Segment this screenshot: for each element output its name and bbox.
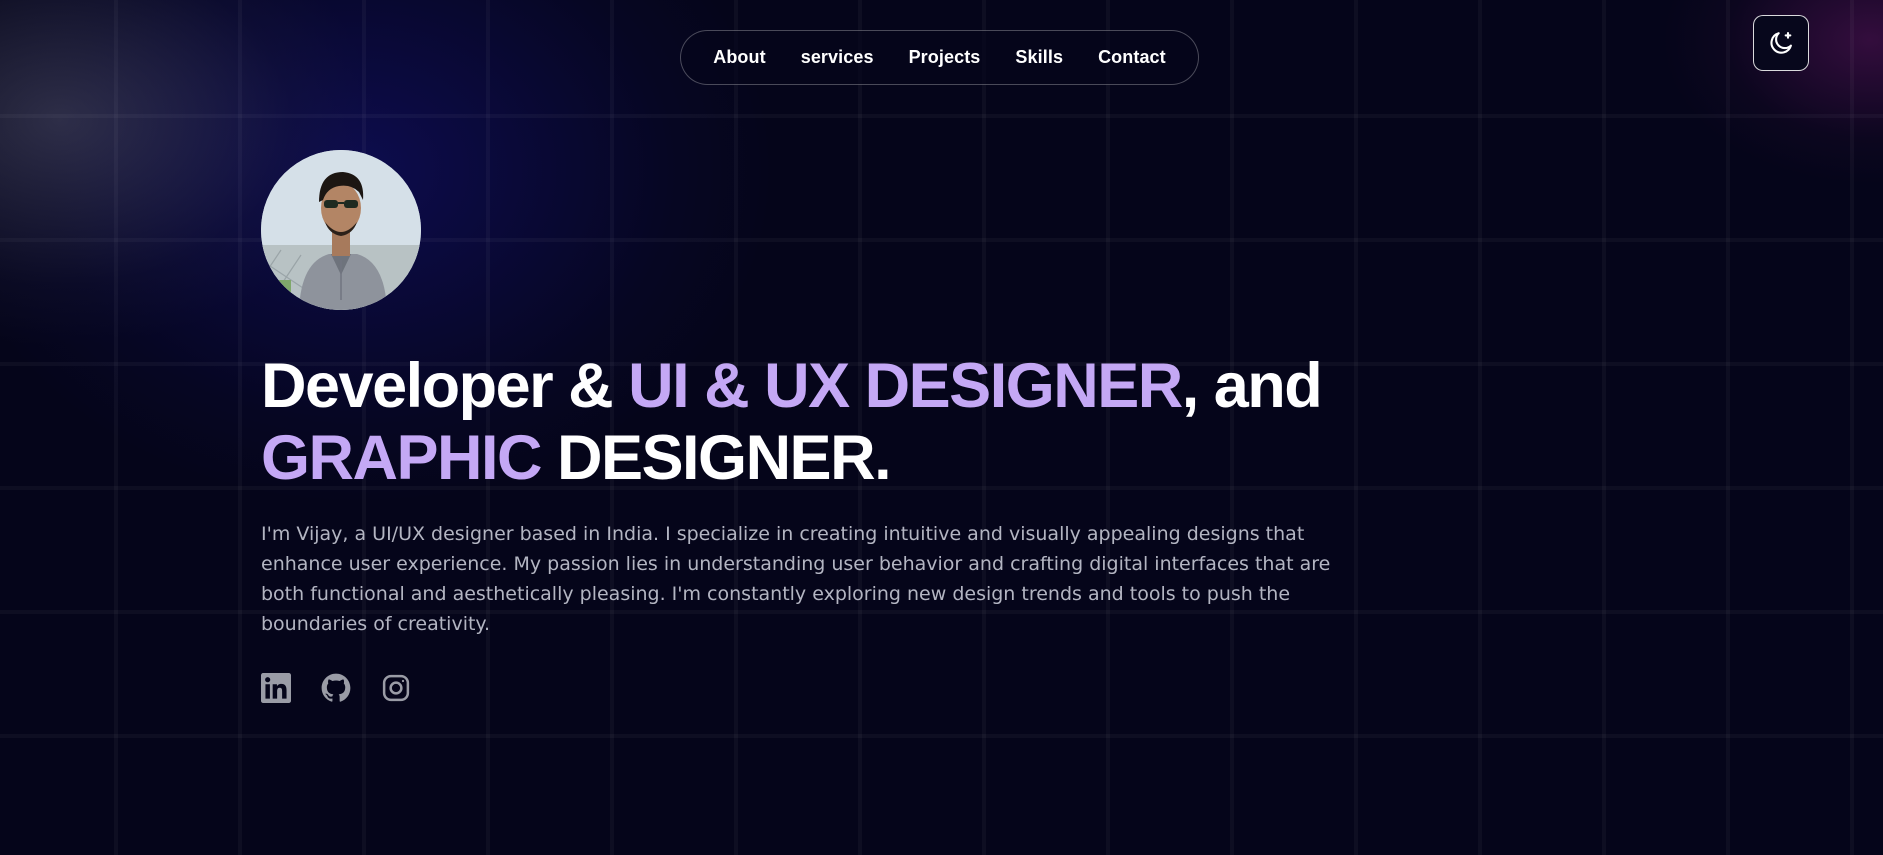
social-links — [261, 673, 411, 703]
headline-part-2: , and — [1181, 351, 1323, 421]
nav-item-about[interactable]: About — [713, 47, 765, 68]
github-icon — [321, 673, 351, 702]
hero-bio: I'm Vijay, a UI/UX designer based in Ind… — [261, 523, 1331, 635]
avatar — [261, 150, 421, 310]
main-nav: About services Projects Skills Contact — [680, 30, 1199, 85]
moon-icon — [1770, 32, 1792, 54]
nav-item-services[interactable]: services — [801, 47, 874, 68]
nav-item-skills[interactable]: Skills — [1015, 47, 1063, 68]
instagram-icon — [382, 674, 410, 702]
headline-part-3: DESIGNER. — [541, 423, 892, 493]
instagram-link[interactable] — [381, 673, 411, 703]
theme-toggle-button[interactable] — [1753, 15, 1809, 71]
headline-accent-1: UI & UX DESIGNER — [628, 351, 1183, 421]
nav-item-contact[interactable]: Contact — [1098, 47, 1166, 68]
headline-accent-2: GRAPHIC — [261, 423, 543, 493]
nav-item-projects[interactable]: Projects — [909, 47, 981, 68]
linkedin-icon — [261, 673, 291, 703]
profile-photo — [261, 150, 421, 310]
headline-part-1: Developer & — [261, 351, 629, 421]
hero-headline: Developer & UI & UX DESIGNER, and GRAPHIC… — [261, 350, 1361, 494]
github-link[interactable] — [321, 673, 351, 703]
linkedin-link[interactable] — [261, 673, 291, 703]
